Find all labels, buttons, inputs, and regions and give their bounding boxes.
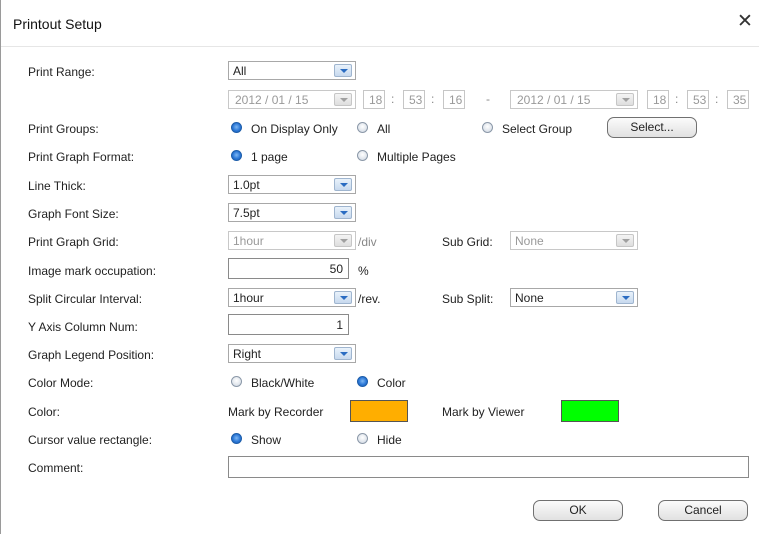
chevron-down-icon[interactable] [334, 347, 352, 360]
comment-label: Comment: [28, 461, 84, 475]
start-minute-field[interactable]: 53 [403, 90, 425, 109]
chevron-down-icon[interactable] [616, 291, 634, 304]
split-circular-interval-label: Split Circular Interval: [28, 292, 143, 306]
radio-label-on-display-only[interactable]: On Display Only [251, 122, 338, 136]
cursor-value-rectangle-label: Cursor value rectangle: [28, 433, 153, 447]
end-hour-field[interactable]: 18 [647, 90, 669, 109]
chevron-down-icon[interactable] [334, 64, 352, 77]
calendar-dropdown-icon[interactable] [616, 93, 634, 106]
radio-label-show[interactable]: Show [251, 433, 281, 447]
chevron-down-icon[interactable] [334, 234, 352, 247]
image-mark-occupation-field[interactable]: 50 [228, 258, 349, 279]
radio-on-display-only[interactable] [231, 122, 242, 133]
calendar-dropdown-icon[interactable] [334, 93, 352, 106]
radio-label-all-groups[interactable]: All [377, 122, 390, 136]
grid-unit: /div [358, 235, 377, 249]
print-graph-grid-label: Print Graph Grid: [28, 235, 119, 249]
sub-grid-label: Sub Grid: [442, 235, 493, 249]
radio-label-black-white[interactable]: Black/White [251, 376, 314, 390]
radio-label-hide[interactable]: Hide [377, 433, 402, 447]
sub-grid-value: None [515, 234, 544, 248]
y-axis-column-num-value: 1 [336, 318, 343, 332]
ok-button[interactable]: OK [533, 500, 623, 521]
start-date-value: 2012 / 01 / 15 [235, 93, 309, 107]
select-group-button[interactable]: Select... [607, 117, 697, 138]
chevron-down-icon[interactable] [334, 291, 352, 304]
y-axis-column-num-field[interactable]: 1 [228, 314, 349, 335]
viewer-color-swatch[interactable] [561, 400, 619, 422]
graph-font-size-value: 7.5pt [233, 206, 260, 220]
recorder-color-swatch[interactable] [350, 400, 408, 422]
print-range-select[interactable]: All [228, 61, 356, 80]
end-minute-field[interactable]: 53 [687, 90, 709, 109]
chevron-down-icon[interactable] [334, 178, 352, 191]
graph-font-size-select[interactable]: 7.5pt [228, 203, 356, 222]
radio-label-select-group[interactable]: Select Group [502, 122, 572, 136]
time-separator: : [715, 92, 719, 106]
print-range-label: Print Range: [28, 65, 95, 79]
line-thick-label: Line Thick: [28, 179, 86, 193]
radio-select-group[interactable] [482, 122, 493, 133]
comment-input[interactable] [228, 456, 749, 478]
y-axis-column-num-label: Y Axis Column Num: [28, 320, 138, 334]
cancel-button[interactable]: Cancel [658, 500, 748, 521]
radio-all-groups[interactable] [357, 122, 368, 133]
radio-hide[interactable] [357, 433, 368, 444]
sub-split-label: Sub Split: [442, 292, 494, 306]
close-icon[interactable]: ✕ [737, 12, 753, 32]
dialog-title: Printout Setup [13, 16, 102, 32]
sub-split-select[interactable]: None [510, 288, 638, 307]
radio-label-multiple-pages[interactable]: Multiple Pages [377, 150, 456, 164]
radio-show[interactable] [231, 433, 242, 444]
graph-legend-position-select[interactable]: Right [228, 344, 356, 363]
print-graph-grid-value: 1hour [233, 234, 264, 248]
range-dash: - [486, 92, 490, 106]
radio-1-page[interactable] [231, 150, 242, 161]
mark-by-recorder-label: Mark by Recorder [228, 405, 324, 419]
graph-legend-position-label: Graph Legend Position: [28, 348, 155, 362]
time-separator: : [391, 92, 395, 106]
time-separator: : [675, 92, 679, 106]
line-thick-value: 1.0pt [233, 178, 260, 192]
sub-grid-select[interactable]: None [510, 231, 638, 250]
sub-split-value: None [515, 291, 544, 305]
print-graph-format-label: Print Graph Format: [28, 150, 135, 164]
line-thick-select[interactable]: 1.0pt [228, 175, 356, 194]
graph-font-size-label: Graph Font Size: [28, 207, 119, 221]
image-mark-occupation-value: 50 [329, 262, 343, 276]
color-mode-label: Color Mode: [28, 376, 94, 390]
rev-unit: /rev. [358, 292, 381, 306]
graph-legend-position-value: Right [233, 347, 262, 361]
printout-setup-dialog: Printout Setup ✕ Print Range: All 2012 /… [0, 0, 759, 534]
color-label: Color: [28, 405, 61, 419]
radio-black-white[interactable] [231, 376, 242, 387]
end-second-field[interactable]: 35 [727, 90, 749, 109]
print-range-value: All [233, 64, 247, 78]
image-mark-occupation-label: Image mark occupation: [28, 264, 157, 278]
percent-unit: % [358, 264, 369, 278]
split-circular-interval-value: 1hour [233, 291, 264, 305]
split-circular-interval-select[interactable]: 1hour [228, 288, 356, 307]
end-date-picker[interactable]: 2012 / 01 / 15 [510, 90, 638, 109]
print-graph-grid-select[interactable]: 1hour [228, 231, 356, 250]
title-bar: Printout Setup ✕ [1, 0, 759, 47]
print-groups-label: Print Groups: [28, 122, 99, 136]
time-separator: : [431, 92, 435, 106]
chevron-down-icon[interactable] [334, 206, 352, 219]
chevron-down-icon[interactable] [616, 234, 634, 247]
start-hour-field[interactable]: 18 [363, 90, 385, 109]
mark-by-viewer-label: Mark by Viewer [442, 405, 525, 419]
start-date-picker[interactable]: 2012 / 01 / 15 [228, 90, 356, 109]
radio-label-color[interactable]: Color [377, 376, 406, 390]
end-date-value: 2012 / 01 / 15 [517, 93, 591, 107]
radio-color[interactable] [357, 376, 368, 387]
radio-multiple-pages[interactable] [357, 150, 368, 161]
radio-label-1-page[interactable]: 1 page [251, 150, 288, 164]
start-second-field[interactable]: 16 [443, 90, 465, 109]
